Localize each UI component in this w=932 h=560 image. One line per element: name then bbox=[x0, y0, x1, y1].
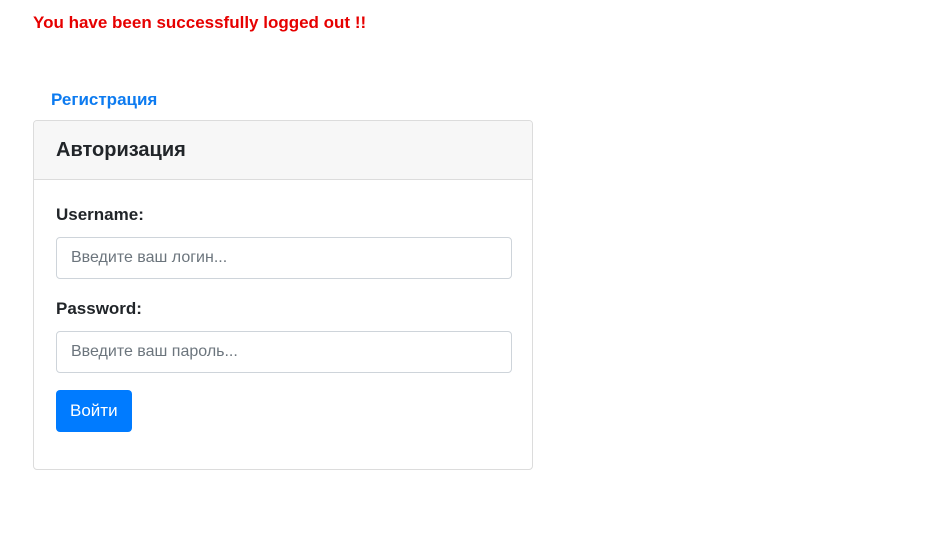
username-label: Username: bbox=[56, 205, 144, 224]
password-label: Password: bbox=[56, 299, 142, 318]
username-input[interactable] bbox=[56, 237, 512, 279]
login-button[interactable]: Войти bbox=[56, 390, 132, 432]
logout-message: You have been successfully logged out !! bbox=[33, 13, 367, 32]
card-header: Авторизация bbox=[34, 121, 532, 180]
card-title: Авторизация bbox=[56, 138, 186, 161]
register-link[interactable]: Регистрация bbox=[51, 89, 157, 111]
page: You have been successfully logged out !!… bbox=[0, 0, 932, 560]
password-input[interactable] bbox=[56, 331, 512, 373]
login-card: Авторизация Username: Password: Войти bbox=[33, 120, 533, 470]
